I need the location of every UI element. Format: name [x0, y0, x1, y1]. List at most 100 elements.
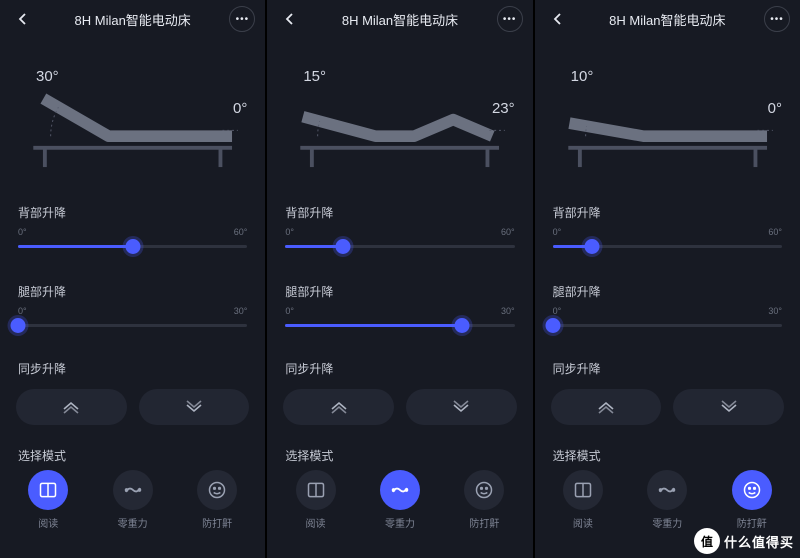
mode-label: 阅读: [306, 515, 326, 530]
back-slider-label: 背部升降: [553, 204, 782, 221]
watermark-badge-icon: 值: [694, 528, 720, 554]
chevron-left-icon: [16, 12, 30, 26]
mode-reading[interactable]: 阅读: [563, 470, 603, 530]
chevron-left-icon: [551, 12, 565, 26]
sync-controls: [0, 383, 265, 437]
modes-heading: 选择模式: [0, 437, 265, 470]
back-slider[interactable]: 0° 60°: [18, 231, 247, 263]
mode-label: 阅读: [38, 515, 58, 530]
watermark-text: 什么值得买: [724, 532, 794, 551]
leg-slider-max: 30°: [768, 306, 782, 316]
modes-heading: 选择模式: [267, 437, 532, 470]
sync-label: 同步升降: [0, 348, 265, 383]
mode-reading[interactable]: 阅读: [296, 470, 336, 530]
page-title: 8H Milan智能电动床: [75, 10, 191, 29]
mode-antisnore[interactable]: 防打鼾: [197, 470, 237, 530]
leg-slider-label: 腿部升降: [285, 283, 514, 300]
back-slider-section: 背部升降 0° 60°: [0, 190, 265, 269]
back-slider-min: 0°: [285, 227, 294, 237]
leg-slider-section: 腿部升降 0° 30°: [267, 269, 532, 348]
bed-diagram: 15° 23°: [267, 38, 532, 190]
mode-label: 零重力: [385, 515, 415, 530]
sync-label: 同步升降: [535, 348, 800, 383]
slider-thumb[interactable]: [584, 239, 599, 254]
back-button[interactable]: [545, 6, 571, 32]
leg-angle-label: 23°: [492, 100, 515, 117]
leg-slider[interactable]: 0° 30°: [553, 310, 782, 342]
leg-slider-section: 腿部升降 0° 30°: [535, 269, 800, 348]
zerog-icon: [113, 470, 153, 510]
mode-label: 阅读: [573, 515, 593, 530]
sync-down-button[interactable]: [673, 389, 784, 425]
sync-label: 同步升降: [267, 348, 532, 383]
sync-up-button[interactable]: [283, 389, 394, 425]
mode-label: 防打鼾: [202, 515, 232, 530]
bed-diagram: 30° 0°: [0, 38, 265, 190]
slider-thumb[interactable]: [335, 239, 350, 254]
leg-slider-max: 30°: [234, 306, 248, 316]
modes-row: 阅读 零重力 防打鼾: [0, 470, 265, 536]
back-slider-max: 60°: [234, 227, 248, 237]
watermark: 值 什么值得买: [694, 528, 794, 554]
back-slider-label: 背部升降: [285, 204, 514, 221]
slider-track: [18, 324, 247, 327]
antisnore-icon: [732, 470, 772, 510]
reading-icon: [296, 470, 336, 510]
mode-zerog[interactable]: 零重力: [113, 470, 153, 530]
leg-slider[interactable]: 0° 30°: [18, 310, 247, 342]
sync-up-button[interactable]: [16, 389, 127, 425]
header: 8H Milan智能电动床 •••: [0, 0, 265, 38]
back-slider[interactable]: 0° 60°: [285, 231, 514, 263]
back-slider-section: 背部升降 0° 60°: [535, 190, 800, 269]
sync-down-button[interactable]: [139, 389, 250, 425]
mode-zerog[interactable]: 零重力: [380, 470, 420, 530]
more-button[interactable]: •••: [229, 6, 255, 32]
mode-zerog[interactable]: 零重力: [647, 470, 687, 530]
leg-angle-label: 0°: [768, 100, 782, 117]
back-angle-label: 10°: [571, 68, 594, 85]
sync-down-button[interactable]: [406, 389, 517, 425]
mode-label: 零重力: [118, 515, 148, 530]
modes-row: 阅读 零重力 防打鼾: [535, 470, 800, 536]
zerog-icon: [380, 470, 420, 510]
slider-fill: [285, 245, 342, 248]
more-icon: •••: [770, 14, 784, 25]
back-slider-section: 背部升降 0° 60°: [267, 190, 532, 269]
reading-icon: [28, 470, 68, 510]
sync-up-button[interactable]: [551, 389, 662, 425]
screen-2: 8H Milan智能电动床 ••• 10° 0° 背部升降 0° 60°: [535, 0, 800, 558]
antisnore-icon: [464, 470, 504, 510]
leg-slider-section: 腿部升降 0° 30°: [0, 269, 265, 348]
more-button[interactable]: •••: [497, 6, 523, 32]
mode-reading[interactable]: 阅读: [28, 470, 68, 530]
sync-controls: [267, 383, 532, 437]
chevron-left-icon: [283, 12, 297, 26]
back-slider-min: 0°: [553, 227, 562, 237]
leg-slider-min: 0°: [553, 306, 562, 316]
back-button[interactable]: [10, 6, 36, 32]
page-title: 8H Milan智能电动床: [342, 10, 458, 29]
leg-slider-max: 30°: [501, 306, 515, 316]
screen-1: 8H Milan智能电动床 ••• 15° 23° 背部升降 0° 60°: [267, 0, 532, 558]
header: 8H Milan智能电动床 •••: [267, 0, 532, 38]
mode-antisnore[interactable]: 防打鼾: [464, 470, 504, 530]
slider-thumb[interactable]: [11, 318, 26, 333]
leg-slider-label: 腿部升降: [18, 283, 247, 300]
sync-controls: [535, 383, 800, 437]
back-button[interactable]: [277, 6, 303, 32]
mode-antisnore[interactable]: 防打鼾: [732, 470, 772, 530]
back-slider[interactable]: 0° 60°: [553, 231, 782, 263]
reading-icon: [563, 470, 603, 510]
more-icon: •••: [236, 14, 250, 25]
slider-thumb[interactable]: [125, 239, 140, 254]
slider-thumb[interactable]: [545, 318, 560, 333]
page-title: 8H Milan智能电动床: [609, 10, 725, 29]
slider-fill: [18, 245, 133, 248]
slider-track: [553, 324, 782, 327]
leg-angle-label: 0°: [233, 100, 247, 117]
leg-slider-min: 0°: [18, 306, 27, 316]
leg-slider[interactable]: 0° 30°: [285, 310, 514, 342]
slider-thumb[interactable]: [454, 318, 469, 333]
more-button[interactable]: •••: [764, 6, 790, 32]
mode-label: 零重力: [652, 515, 682, 530]
